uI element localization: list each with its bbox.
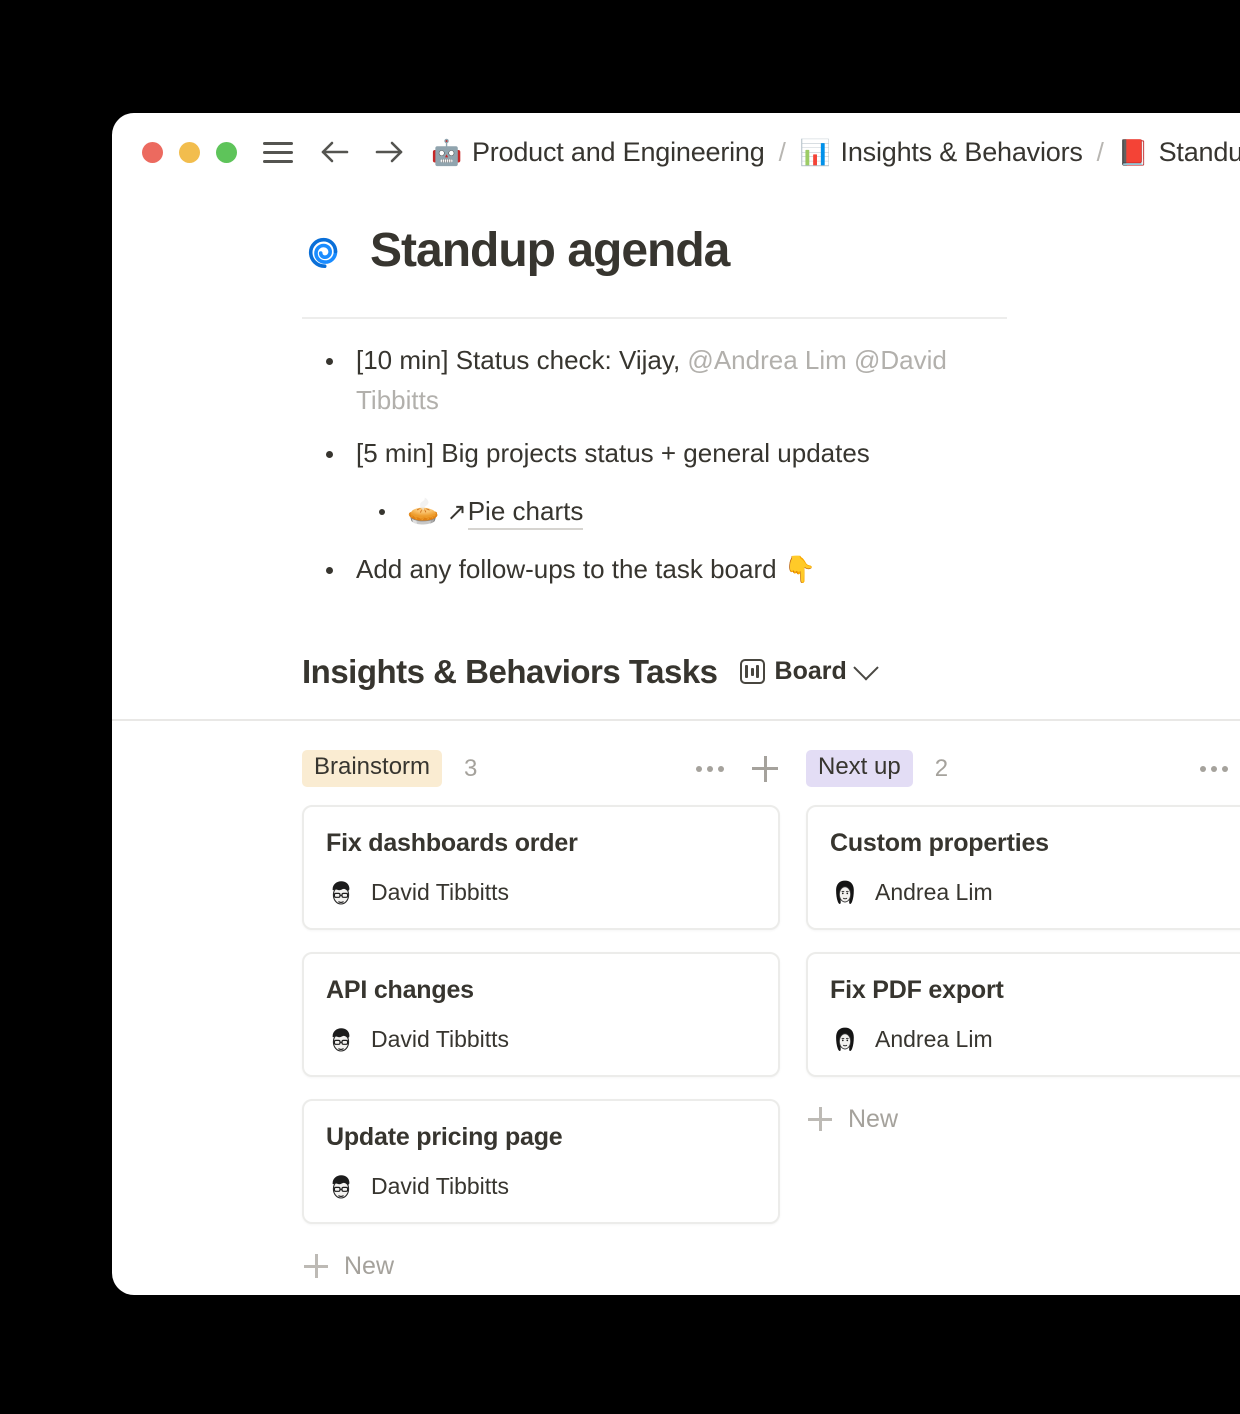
column-more-options-icon[interactable]: [1196, 762, 1232, 776]
mention-andrea-lim[interactable]: @Andrea Lim: [687, 345, 846, 375]
agenda-text: Add any follow-ups to the task board: [356, 554, 784, 584]
screenshot-stage: 🤖 Product and Engineering / 📊 Insights &…: [0, 0, 1240, 1414]
list-item[interactable]: [10 min] Status check: Vijay, @Andrea Li…: [302, 341, 1016, 420]
breadcrumb-item-standup-agenda[interactable]: 📕 Standup agenda: [1118, 137, 1240, 168]
avatar: [326, 1025, 356, 1055]
column-actions: [692, 756, 778, 782]
avatar: [830, 1025, 860, 1055]
task-card-title: Custom properties: [830, 829, 1240, 858]
pie-emoji: 🥧: [407, 497, 439, 527]
minimize-button[interactable]: [179, 142, 200, 163]
traffic-light-buttons: [142, 142, 237, 163]
close-button[interactable]: [142, 142, 163, 163]
window-titlebar: 🤖 Product and Engineering / 📊 Insights &…: [112, 113, 1240, 191]
agenda-text: [10 min] Status check: Vijay,: [356, 345, 687, 375]
view-selector-label: Board: [775, 657, 847, 686]
list-item[interactable]: Add any follow-ups to the task board 👇: [302, 550, 1016, 591]
page-content: Standup agenda [10 min] Status check: Vi…: [112, 191, 1240, 1287]
assignee-name: David Tibbitts: [371, 1173, 509, 1200]
breadcrumb-label: Standup agenda: [1159, 137, 1240, 168]
task-card-title: Fix PDF export: [830, 976, 1240, 1005]
column-count: 3: [464, 755, 477, 783]
assignee-name: Andrea Lim: [875, 879, 993, 906]
add-new-card-label: New: [848, 1105, 898, 1134]
task-card-assignee: David Tibbitts: [326, 1172, 756, 1202]
column-header: Next up 2: [806, 749, 1240, 789]
document-body: Standup agenda [10 min] Status check: Vi…: [112, 191, 1240, 1287]
breadcrumb-item-product-and-engineering[interactable]: 🤖 Product and Engineering: [431, 137, 765, 168]
hamburger-bar: [263, 151, 293, 154]
closed-book-emoji: 📕: [1118, 140, 1149, 165]
plus-icon: [808, 1107, 832, 1131]
status-badge[interactable]: Brainstorm: [302, 750, 442, 786]
task-card[interactable]: Custom properties: [806, 805, 1240, 930]
board-section-header: Insights & Behaviors Tasks Board: [302, 653, 1240, 691]
column-count: 2: [935, 755, 948, 783]
column-add-card-icon[interactable]: [752, 756, 778, 782]
board-divider: [112, 719, 1240, 721]
task-card[interactable]: Fix PDF export: [806, 952, 1240, 1077]
add-new-card-button[interactable]: New: [806, 1099, 1240, 1140]
list-item[interactable]: 🥧 ↗Pie charts: [302, 492, 1067, 533]
plus-icon: [304, 1254, 328, 1278]
kanban-column-next-up: Next up 2 Custom properties: [806, 749, 1240, 1287]
assignee-name: David Tibbitts: [371, 1026, 509, 1053]
kanban-column-brainstorm: Brainstorm 3 Fix dashboards order: [302, 749, 780, 1287]
task-card-title: Update pricing page: [326, 1123, 756, 1152]
point-down-emoji: 👇: [784, 555, 816, 585]
add-new-card-button[interactable]: New: [302, 1246, 780, 1287]
status-badge[interactable]: Next up: [806, 750, 913, 786]
breadcrumb-separator: /: [1097, 137, 1104, 168]
task-card-assignee: David Tibbitts: [326, 1025, 756, 1055]
chevron-down-icon: [853, 655, 878, 680]
maximize-button[interactable]: [216, 142, 237, 163]
page-title-text: Standup agenda: [370, 227, 729, 275]
board-view-icon: [740, 659, 765, 684]
breadcrumb: 🤖 Product and Engineering / 📊 Insights &…: [431, 137, 1240, 168]
avatar: [326, 1172, 356, 1202]
task-card[interactable]: Fix dashboards order: [302, 805, 780, 930]
agenda-space: [847, 345, 854, 375]
external-link-arrow-icon: ↗: [447, 495, 467, 531]
breadcrumb-separator: /: [779, 137, 786, 168]
breadcrumb-label: Product and Engineering: [472, 137, 765, 168]
task-card[interactable]: Update pricing page: [302, 1099, 780, 1224]
board-section-title: Insights & Behaviors Tasks: [302, 653, 718, 691]
column-actions: [1196, 756, 1240, 782]
task-card-title: API changes: [326, 976, 756, 1005]
spiral-emoji[interactable]: [302, 227, 350, 275]
hamburger-menu-icon[interactable]: [263, 142, 293, 163]
task-card[interactable]: API changes: [302, 952, 780, 1077]
breadcrumb-label: Insights & Behaviors: [841, 137, 1083, 168]
app-window: 🤖 Product and Engineering / 📊 Insights &…: [112, 113, 1240, 1295]
robot-emoji: 🤖: [431, 140, 462, 165]
back-arrow-icon[interactable]: [319, 137, 349, 167]
breadcrumb-item-insights-and-behaviors[interactable]: 📊 Insights & Behaviors: [800, 137, 1083, 168]
hamburger-bar: [263, 142, 293, 145]
page-link-pie-charts[interactable]: Pie charts: [468, 496, 584, 530]
kanban-board: Brainstorm 3 Fix dashboards order: [302, 749, 1240, 1287]
view-selector[interactable]: Board: [740, 657, 875, 686]
agenda-text: [5 min] Big projects status + general up…: [356, 438, 870, 468]
title-divider: [302, 317, 1007, 319]
forward-arrow-icon[interactable]: [375, 137, 405, 167]
assignee-name: David Tibbitts: [371, 879, 509, 906]
hamburger-bar: [263, 160, 293, 163]
task-card-assignee: Andrea Lim: [830, 1025, 1240, 1055]
list-item[interactable]: [5 min] Big projects status + general up…: [302, 434, 1016, 474]
page-title: Standup agenda: [302, 227, 1240, 275]
agenda-list: [10 min] Status check: Vijay, @Andrea Li…: [302, 341, 1240, 591]
assignee-name: Andrea Lim: [875, 1026, 993, 1053]
bar-chart-emoji: 📊: [800, 140, 831, 165]
task-card-assignee: Andrea Lim: [830, 878, 1240, 908]
avatar: [326, 878, 356, 908]
avatar: [830, 878, 860, 908]
column-header: Brainstorm 3: [302, 749, 780, 789]
task-card-title: Fix dashboards order: [326, 829, 756, 858]
task-card-assignee: David Tibbitts: [326, 878, 756, 908]
add-new-card-label: New: [344, 1252, 394, 1281]
column-more-options-icon[interactable]: [692, 762, 728, 776]
agenda-space: [439, 496, 446, 526]
